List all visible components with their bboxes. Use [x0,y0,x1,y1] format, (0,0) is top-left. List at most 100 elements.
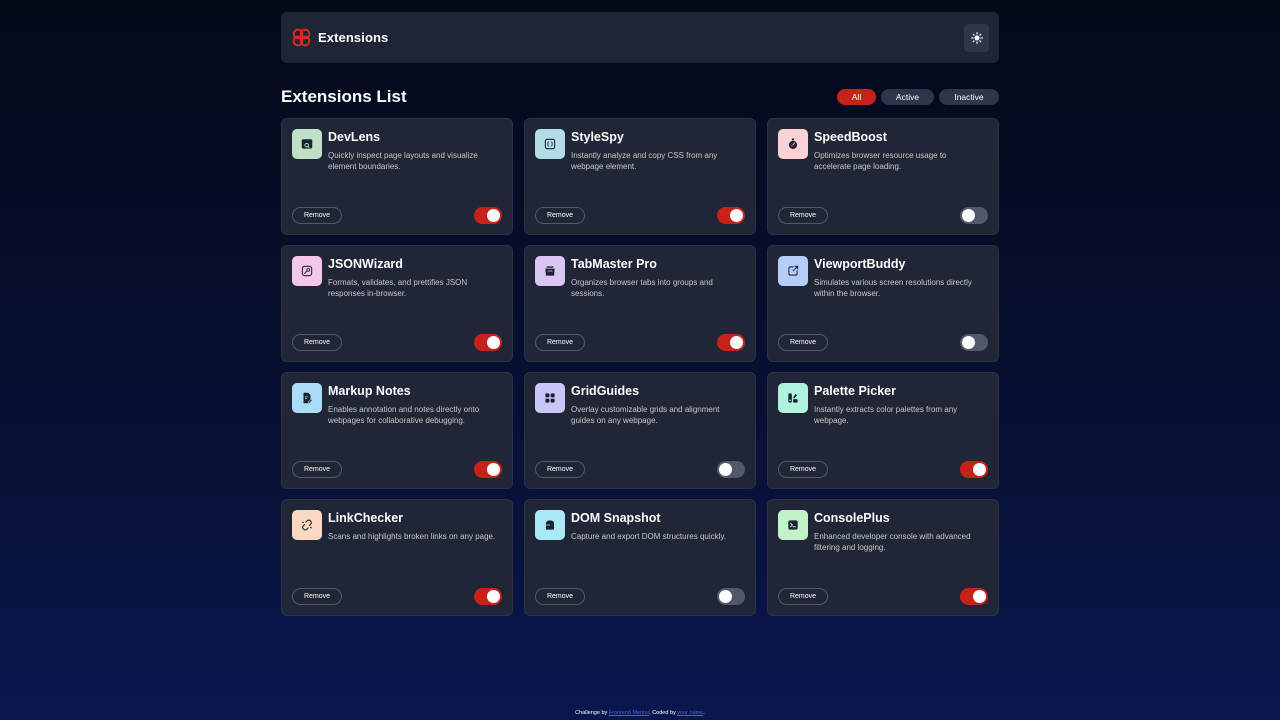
extension-name: StyleSpy [571,130,624,144]
extension-name: DevLens [328,130,381,144]
remove-button[interactable]: Remove [778,334,828,351]
extension-card: Palette Picker Instantly extracts color … [767,372,999,489]
footer-suffix: . [703,710,705,716]
extension-description: Formats, validates, and prettifies JSON … [328,278,468,298]
toggle-knob [730,209,743,222]
extension-name: ConsolePlus [814,511,890,525]
extension-name: GridGuides [571,384,640,398]
extensions-grid: DevLens Quickly inspect page layouts and… [281,118,999,616]
tabmaster-icon [535,256,565,286]
extension-toggle[interactable] [717,334,745,351]
toggle-knob [487,209,500,222]
speedboost-icon [778,129,808,159]
filter-active-button[interactable]: Active [881,89,934,105]
toggle-knob [730,336,743,349]
filter-group: All Active Inactive [837,89,999,105]
filter-inactive-button[interactable]: Inactive [939,89,999,105]
extension-toggle[interactable] [960,334,988,351]
extension-card: LinkChecker Scans and highlights broken … [281,499,513,616]
extension-card: DevLens Quickly inspect page layouts and… [281,118,513,235]
extension-description: Enables annotation and notes directly on… [328,405,480,425]
viewportbuddy-icon [778,256,808,286]
remove-button[interactable]: Remove [292,334,342,351]
extension-description: Scans and highlights broken links on any… [328,532,496,541]
remove-button[interactable]: Remove [778,588,828,605]
consoleplus-icon [778,510,808,540]
author-link[interactable]: your name [677,710,703,716]
extension-toggle[interactable] [474,588,502,605]
list-toolbar: Extensions List All Active Inactive [281,87,999,106]
extension-toggle[interactable] [474,461,502,478]
stylespy-icon [535,129,565,159]
gridguides-icon [535,383,565,413]
extension-toggle[interactable] [960,588,988,605]
toggle-knob [487,336,500,349]
extension-toggle[interactable] [960,207,988,224]
domsnapshot-icon [535,510,565,540]
extension-card: ViewportBuddy Simulates various screen r… [767,245,999,362]
extensions-logo-icon [292,28,311,47]
toggle-knob [487,590,500,603]
theme-toggle-button[interactable] [964,23,989,52]
attribution-footer: Challenge by Frontend Mentor. Coded by y… [0,710,1280,716]
challenge-link[interactable]: Frontend Mentor [609,710,649,716]
extension-card: DOM Snapshot Capture and export DOM stru… [524,499,756,616]
page-title: Extensions List [281,87,407,106]
extension-card: StyleSpy Instantly analyze and copy CSS … [524,118,756,235]
toggle-knob [973,590,986,603]
brand: Extensions [291,27,388,48]
extension-description: Simulates various screen resolutions dir… [814,278,972,298]
filter-all-button[interactable]: All [837,89,876,105]
palettepicker-icon [778,383,808,413]
remove-button[interactable]: Remove [778,207,828,224]
extension-description: Organizes browser tabs into groups and s… [571,278,713,298]
extension-card: GridGuides Overlay customizable grids an… [524,372,756,489]
extension-toggle[interactable] [474,207,502,224]
extension-name: TabMaster Pro [571,257,657,271]
devlens-icon [292,129,322,159]
brand-name: Extensions [318,30,389,45]
extension-toggle[interactable] [960,461,988,478]
extension-name: LinkChecker [328,511,404,525]
toggle-knob [719,463,732,476]
remove-button[interactable]: Remove [535,461,585,478]
remove-button[interactable]: Remove [292,461,342,478]
toggle-knob [973,463,986,476]
sun-icon [970,31,983,44]
remove-button[interactable]: Remove [778,461,828,478]
extension-toggle[interactable] [717,461,745,478]
markupnotes-icon [292,383,322,413]
extension-name: ViewportBuddy [814,257,906,271]
toggle-knob [719,590,732,603]
extension-name: JSONWizard [328,257,403,271]
toggle-knob [962,209,975,222]
extension-toggle[interactable] [474,334,502,351]
extension-name: SpeedBoost [814,130,887,144]
extension-description: Instantly extracts color palettes from a… [814,405,958,425]
jsonwizard-icon [292,256,322,286]
footer-middle: . Coded by [649,710,678,716]
extension-card: SpeedBoost Optimizes browser resource us… [767,118,999,235]
extension-card: JSONWizard Formats, validates, and prett… [281,245,513,362]
remove-button[interactable]: Remove [292,588,342,605]
linkchecker-icon [292,510,322,540]
footer-prefix: Challenge by [575,710,609,716]
remove-button[interactable]: Remove [292,207,342,224]
toggle-knob [487,463,500,476]
extension-description: Capture and export DOM structures quickl… [571,532,727,541]
extension-description: Enhanced developer console with advanced… [814,532,971,552]
extension-card: TabMaster Pro Organizes browser tabs int… [524,245,756,362]
app-container: Extensions Extensions List All Active In… [281,12,999,616]
remove-button[interactable]: Remove [535,334,585,351]
extension-toggle[interactable] [717,207,745,224]
extension-description: Optimizes browser resource usage to acce… [814,151,947,171]
extension-toggle[interactable] [717,588,745,605]
toggle-knob [962,336,975,349]
extension-description: Overlay customizable grids and alignment… [571,405,720,425]
remove-button[interactable]: Remove [535,588,585,605]
extension-name: Markup Notes [328,384,411,398]
extension-description: Quickly inspect page layouts and visuali… [328,151,478,171]
extension-name: Palette Picker [814,384,896,398]
remove-button[interactable]: Remove [535,207,585,224]
extension-card: ConsolePlus Enhanced developer console w… [767,499,999,616]
